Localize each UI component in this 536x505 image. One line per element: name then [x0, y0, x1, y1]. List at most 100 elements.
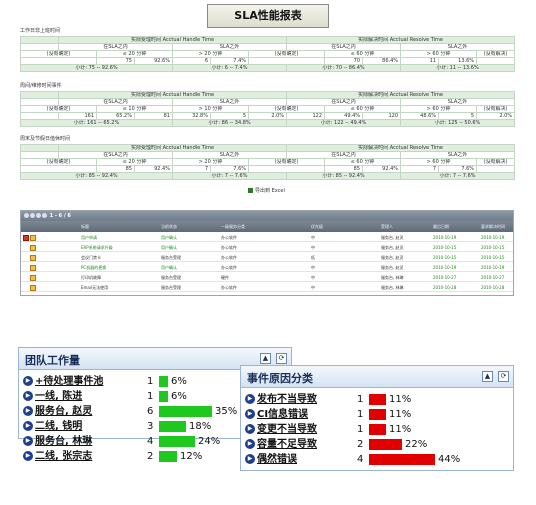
subtotal-cell: 小计: 125 -- 50.6% [400, 119, 516, 127]
expand-icon[interactable]: ▶ [245, 409, 255, 419]
value-cell: 120 [362, 112, 402, 120]
refresh-icon[interactable]: ⟳ [498, 371, 509, 382]
value-cell: 7 [172, 165, 211, 173]
value-cell: 7.4% [210, 57, 249, 65]
column-row: (没有确定) ≤ 20 分钟 > 20 分钟 (没有确定) ≤ 60 分钟 > 60 分钟… [20, 158, 516, 166]
column-label: ≤ 60 分钟 [324, 50, 402, 58]
cause-panel: 事件原因分类 ▲ ⟳ ▶ 发布不当导致 1 11% ▶ CI信息错误 1 11% ▶ 变更不当导致… [240, 365, 514, 471]
item-bar [159, 406, 212, 417]
column-label: (没有确定) [247, 158, 326, 166]
expand-icon[interactable]: ▶ [23, 421, 33, 431]
table-row[interactable]: PC机器的更换 用户确认 办公软件 中 服务台, 赵灵 2010-10-19 2010-10… [21, 262, 513, 272]
prev-page-icon[interactable] [30, 213, 35, 218]
list-item[interactable]: ▶ 变更不当导致 1 11% [245, 422, 511, 437]
item-label[interactable]: 偶然错误 [257, 452, 297, 467]
table-row[interactable]: 用户申请 用户确认 办公软件 中 服务台, 赵灵 2010-10-19 2010-10-19 [21, 232, 513, 242]
value-cell: 92.4% [134, 165, 173, 173]
value-cell: 81 [134, 112, 173, 120]
next-page-icon[interactable] [36, 213, 41, 218]
expand-icon[interactable]: ▶ [23, 391, 33, 401]
cell-title[interactable]: ERP系统请求升级 [81, 245, 113, 251]
refresh-icon[interactable]: ⟳ [276, 353, 287, 364]
cell-status: 用户确认 [161, 265, 177, 270]
value-cell: 7.6% [438, 165, 478, 173]
list-item[interactable]: ▶ 容量不足导致 2 22% [245, 437, 511, 452]
column-label: ≤ 60 分钟 [324, 158, 402, 166]
item-count: 1 [147, 391, 154, 402]
item-count: 1 [147, 376, 154, 387]
subtotal-cell: 小计: 85 -- 92.4% [20, 172, 173, 180]
item-label[interactable]: 容量不足导致 [257, 437, 317, 452]
expand-icon[interactable]: ▶ [245, 454, 255, 464]
column-header: 一级服务分类 [221, 224, 245, 229]
item-label[interactable]: 二线, 钱明 [35, 419, 82, 434]
column-header: 优先级 [311, 224, 323, 229]
value-cell: 5 [210, 112, 249, 120]
item-bar [369, 409, 386, 420]
item-label[interactable]: +待处理事件池 [35, 374, 103, 389]
column-label: ≤ 60 分钟 [324, 105, 402, 113]
item-label[interactable]: 发布不当导致 [257, 392, 317, 407]
item-label[interactable]: CI信息错误 [257, 407, 308, 422]
column-header: 当前状态 [161, 224, 177, 229]
item-bar [159, 421, 186, 432]
item-label[interactable]: 服务台, 赵灵 [35, 404, 92, 419]
list-item[interactable]: ▶ CI信息错误 1 11% [245, 407, 511, 422]
last-page-icon[interactable] [42, 213, 47, 218]
subtotal-cell: 小计: 7 -- 7.6% [171, 172, 288, 180]
cell-assignee: 服务台, 林琳 [381, 285, 404, 290]
collapse-icon[interactable]: ▲ [260, 353, 271, 364]
handle-header: 实际受理时间 Acctual Handle Time [57, 144, 288, 152]
subtotal-cell: 小计: 6 -- 7.4% [171, 64, 288, 72]
value-cell: 161 [58, 112, 97, 120]
table-row[interactable]: 会议门禁卡 服务台受理 办公软件 低 服务台, 赵灵 2010-10-15 2010-10-… [21, 252, 513, 262]
sub-header: 在SLA之内 [58, 98, 173, 106]
expand-icon[interactable]: ▶ [245, 424, 255, 434]
table-row[interactable]: ERP系统请求升级 用户确认 办公软件 中 服务台, 赵灵 2010-10-15 2010-… [21, 242, 513, 252]
sub-header: 在SLA之内 [286, 43, 402, 51]
value-row: 85 92.4% 7 7.6% 85 92.4% 7 7.6% [20, 165, 516, 173]
section-heading: 工作日非上班时间 [20, 28, 61, 34]
table-row[interactable]: 打印机故障 服务台受理 硬件 中 服务台, 林琳 2010-10-27 2010-10-27 [21, 272, 513, 282]
ticket-icon [30, 285, 36, 291]
table-row[interactable]: Email无法使用 服务台受理 办公软件 中 服务台, 林琳 2010-10-28 2010… [21, 282, 513, 292]
sub-header: SLA之外 [400, 151, 516, 159]
cell-title[interactable]: 用户申请 [81, 235, 97, 241]
value-row: 75 92.6% 6 7.4% 70 86.4% 11 13.6% [20, 57, 516, 65]
value-cell: 85 [324, 165, 364, 173]
item-label[interactable]: 服务台, 林琳 [35, 434, 92, 449]
item-count: 6 [147, 406, 154, 417]
item-label[interactable]: 一线, 陈进 [35, 389, 82, 404]
first-page-icon[interactable] [24, 213, 29, 218]
resolve-header: 实际解决时间 Acctual Resolve Time [286, 91, 516, 99]
cell-priority: 低 [311, 255, 315, 260]
list-item[interactable]: ▶ 偶然错误 4 44% [245, 452, 511, 467]
cell-category: 办公软件 [221, 255, 237, 260]
export-excel-link[interactable]: 导出到 Excel [248, 187, 285, 194]
cell-assignee: 服务台, 赵灵 [381, 255, 404, 260]
item-bar [159, 376, 168, 387]
cell-title[interactable]: 会议门禁卡 [81, 255, 101, 261]
item-label[interactable]: 变更不当导致 [257, 422, 317, 437]
expand-icon[interactable]: ▶ [23, 436, 33, 446]
expand-icon[interactable]: ▶ [23, 406, 33, 416]
expand-icon[interactable]: ▶ [23, 451, 33, 461]
column-label: > 10 分钟 [172, 105, 249, 113]
expand-icon[interactable]: ▶ [245, 394, 255, 404]
cell-status: 用户确认 [161, 235, 177, 240]
collapse-icon[interactable]: ▲ [482, 371, 493, 382]
cell-title[interactable]: 打印机故障 [81, 275, 101, 281]
subtotal-row: 小计: 75 -- 92.6% 小计: 6 -- 7.4% 小计: 70 -- 86… [20, 64, 516, 72]
expand-icon[interactable]: ▶ [23, 376, 33, 386]
cell-title[interactable]: PC机器的更换 [81, 265, 106, 271]
value-cell: 5 [438, 112, 478, 120]
column-label: (没有确定) [247, 50, 326, 58]
cell-date: 2010-10-19 [433, 265, 457, 270]
expand-icon[interactable]: ▶ [245, 439, 255, 449]
cell-title[interactable]: Email无法使用 [81, 285, 108, 291]
item-label[interactable]: 二线, 张宗志 [35, 449, 92, 464]
list-item[interactable]: ▶ 发布不当导致 1 11% [245, 392, 511, 407]
column-row: (没有确定) ≤ 20 分钟 > 20 分钟 (没有确定) ≤ 60 分钟 > 60 分钟… [20, 50, 516, 58]
item-count: 3 [147, 421, 154, 432]
cause-panel-header: 事件原因分类 ▲ ⟳ [241, 366, 513, 388]
